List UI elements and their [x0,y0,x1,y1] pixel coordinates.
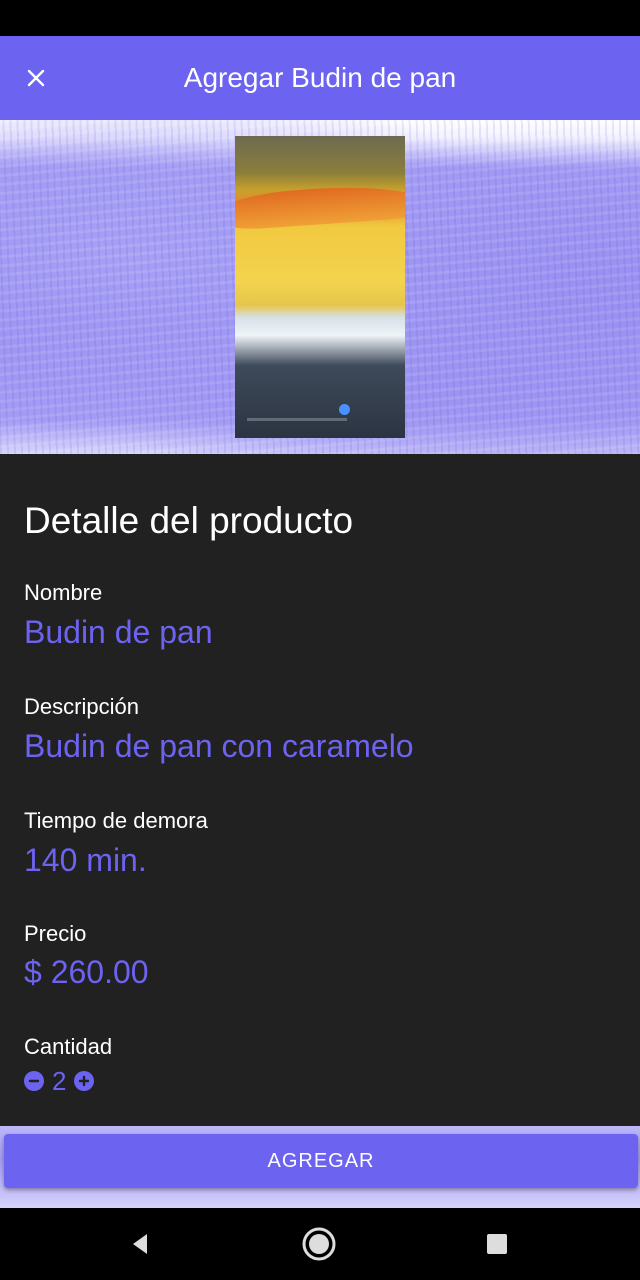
quantity-value: 2 [52,1066,67,1096]
minus-circle-icon [28,1079,40,1083]
photo-dot [339,404,350,415]
description-label: Descripción [24,694,139,719]
home-button[interactable] [301,1226,337,1262]
name-label: Nombre [24,580,103,605]
page-title: Agregar Budin de pan [183,62,457,93]
quantity-stepper: 2 [24,1066,95,1096]
delay-value: 140 min. [24,842,147,878]
home-icon [302,1227,336,1261]
decrement-button[interactable] [24,1071,44,1091]
delay-label: Tiempo de demora [24,808,208,833]
description-value: Budin de pan con caramelo [24,728,414,764]
back-button[interactable] [122,1226,158,1262]
increment-button[interactable] [74,1071,95,1091]
name-value: Budin de pan [24,614,213,650]
plus-circle-icon [79,1075,90,1087]
navigation-bar [0,1208,640,1280]
add-button[interactable]: AGREGAR [4,1134,638,1188]
app-bar: Agregar Budin de pan [0,36,640,120]
section-title: Detalle del producto [24,500,354,541]
quantity-label: Cantidad [24,1034,113,1059]
recents-button[interactable] [479,1226,515,1262]
photo-caramel-layer [235,181,405,231]
price-value: $ 260.00 [24,954,149,990]
product-image-banner [0,120,640,454]
product-photo [235,136,405,438]
price-label: Precio [24,921,87,946]
back-icon [133,1234,147,1254]
status-bar [0,0,640,36]
photo-caption-bar [247,418,347,421]
recents-icon [487,1234,507,1254]
